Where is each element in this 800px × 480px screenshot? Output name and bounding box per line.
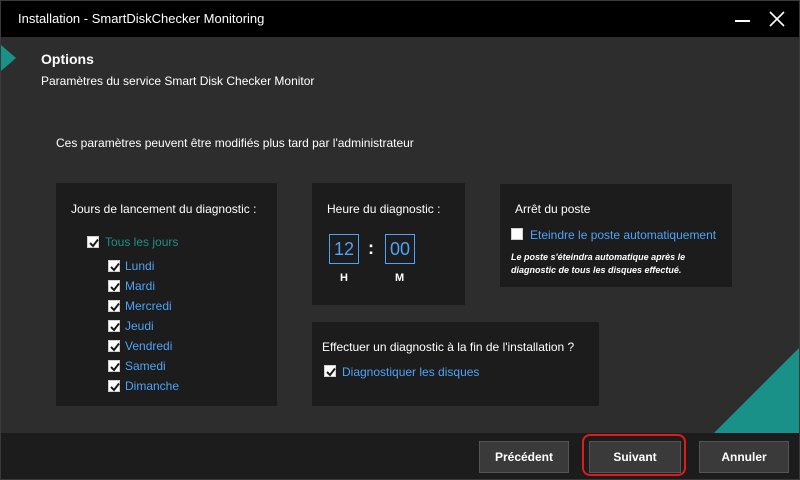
all-days-checkbox[interactable] <box>87 236 99 248</box>
checkmark-icon <box>89 238 99 248</box>
checkmark-icon <box>110 362 120 372</box>
checkmark-icon <box>110 342 120 352</box>
checkmark-icon <box>110 282 120 292</box>
day-checkbox-mardi[interactable] <box>108 280 120 292</box>
minute-unit-label: M <box>395 272 405 284</box>
day-label-jeudi[interactable]: Jeudi <box>125 319 154 333</box>
checkmark-icon <box>326 367 336 377</box>
day-label-vendredi[interactable]: Vendredi <box>125 339 172 353</box>
day-checkbox-dimanche[interactable] <box>108 380 120 392</box>
hour-input[interactable]: 12 <box>329 234 359 264</box>
diagnostic-panel-title: Effectuer un diagnostic à la fin de l'in… <box>322 340 575 354</box>
all-days-label[interactable]: Tous les jours <box>105 235 178 249</box>
close-icon <box>769 11 785 27</box>
shutdown-checkbox-label[interactable]: Eteindre le poste automatiquement <box>530 228 716 242</box>
window-title: Installation - SmartDiskChecker Monitori… <box>18 11 265 26</box>
day-label-samedi[interactable]: Samedi <box>125 359 166 373</box>
intro-text: Ces paramètres peuvent être modifiés plu… <box>56 136 414 150</box>
diagnostic-panel: Effectuer un diagnostic à la fin de l'in… <box>312 322 599 406</box>
shutdown-panel-title: Arrêt du poste <box>515 202 591 216</box>
checkmark-icon <box>110 302 120 312</box>
shutdown-checkbox[interactable] <box>511 228 523 240</box>
day-checkbox-vendredi[interactable] <box>108 340 120 352</box>
day-label-mercredi[interactable]: Mercredi <box>125 299 172 313</box>
previous-button[interactable]: Précédent <box>479 441 569 473</box>
checkmark-icon <box>110 262 120 272</box>
days-panel-title: Jours de lancement du diagnostic : <box>71 202 257 216</box>
days-panel: Jours de lancement du diagnostic : Tous … <box>56 183 277 406</box>
checkmark-icon <box>110 382 120 392</box>
day-label-lundi[interactable]: Lundi <box>125 259 154 273</box>
checkmark-icon <box>110 322 120 332</box>
day-checkbox-mercredi[interactable] <box>108 300 120 312</box>
time-panel: Heure du diagnostic : 12 : 00 H M <box>312 183 465 305</box>
next-button-highlight <box>582 434 686 476</box>
time-separator: : <box>368 238 374 258</box>
day-checkbox-jeudi[interactable] <box>108 320 120 332</box>
day-label-mardi[interactable]: Mardi <box>125 279 155 293</box>
header-accent-triangle <box>1 45 16 71</box>
cancel-button[interactable]: Annuler <box>699 441 789 473</box>
minimize-icon <box>735 20 750 22</box>
page-title: Options <box>41 51 94 67</box>
shutdown-note: Le poste s'éteindra automatique après le… <box>511 252 686 275</box>
day-checkbox-samedi[interactable] <box>108 360 120 372</box>
diagnose-disks-checkbox[interactable] <box>324 365 336 377</box>
page-subtitle: Paramètres du service Smart Disk Checker… <box>41 74 315 88</box>
close-button[interactable] <box>759 1 795 37</box>
time-panel-title: Heure du diagnostic : <box>327 202 441 216</box>
minute-input[interactable]: 00 <box>385 234 415 264</box>
installer-window: Installation - SmartDiskChecker Monitori… <box>0 0 800 480</box>
hour-unit-label: H <box>340 272 348 284</box>
corner-accent-triangle <box>714 348 799 433</box>
title-bar: Installation - SmartDiskChecker Monitori… <box>1 1 799 37</box>
minimize-button[interactable] <box>725 1 761 37</box>
day-checkbox-lundi[interactable] <box>108 260 120 272</box>
diagnose-disks-label[interactable]: Diagnostiquer les disques <box>342 365 479 379</box>
day-label-dimanche[interactable]: Dimanche <box>125 379 179 393</box>
